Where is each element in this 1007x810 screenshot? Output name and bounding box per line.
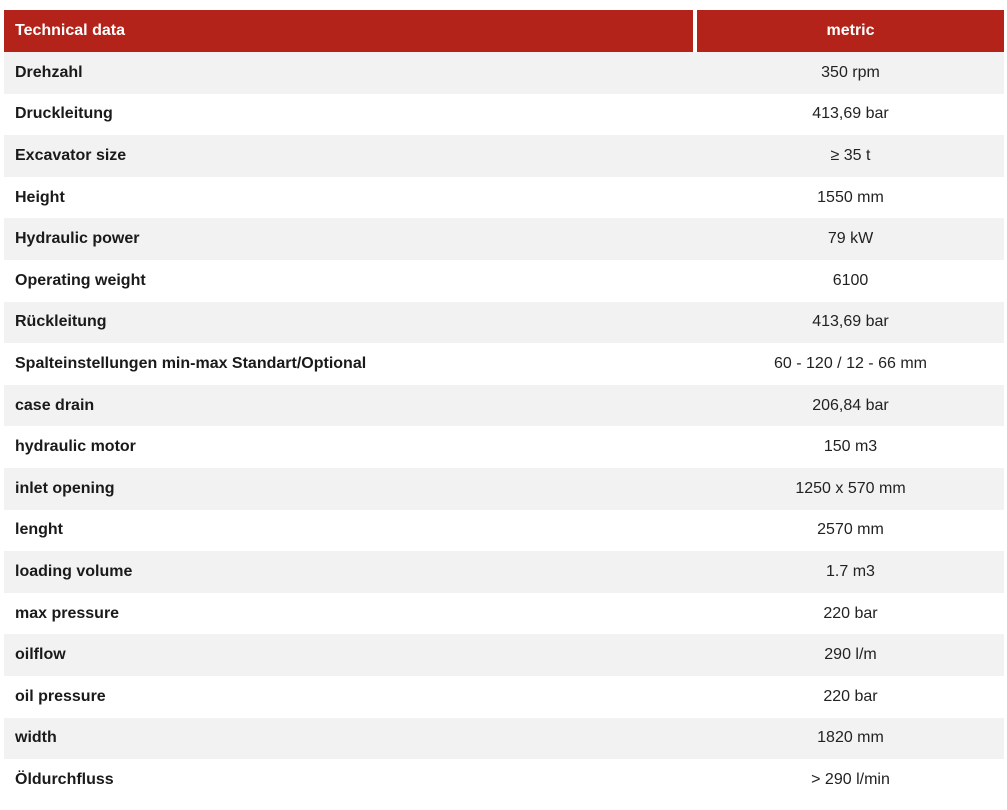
row-value: 220 bar [823, 687, 878, 705]
row-label: Druckleitung [15, 105, 113, 123]
table-row: Operating weight 6100 [4, 259, 1004, 302]
row-value: 1820 mm [817, 729, 884, 747]
table-row: Drehzahl 350 rpm [4, 52, 1004, 94]
row-label: lenght [15, 521, 63, 539]
row-value: ≥ 35 t [830, 146, 871, 164]
table-row: width 1820 mm [4, 717, 1004, 760]
row-label: hydraulic motor [15, 438, 136, 456]
row-value: 206,84 bar [812, 396, 889, 414]
row-value: 290 l/m [824, 646, 877, 664]
row-value: > 290 l/min [811, 770, 890, 788]
table-row: loading volume 1.7 m3 [4, 551, 1004, 593]
row-value: 1250 x 570 mm [795, 479, 906, 497]
header-metric: metric [697, 10, 1004, 52]
row-value: 413,69 bar [812, 105, 889, 123]
row-value: 6100 [832, 271, 869, 289]
row-label: loading volume [15, 562, 133, 580]
row-label: Excavator size [15, 146, 127, 164]
row-value: 1.7 m3 [826, 562, 875, 580]
row-label: Rückleitung [15, 313, 107, 331]
row-value: 1550 mm [817, 188, 884, 206]
row-label: Hydraulic power [15, 230, 140, 248]
table-row: Spalteinstellungen min-max Standart/Opti… [4, 343, 1004, 385]
row-label: inlet opening [15, 479, 115, 497]
row-label: Height [15, 188, 65, 206]
row-label: oil pressure [15, 687, 106, 705]
row-label: width [15, 729, 57, 747]
header-technical-data: Technical data [4, 10, 693, 52]
table-row: hydraulic motor 150 m3 [4, 426, 1004, 468]
row-value: 60 - 120 / 12 - 66 mm [774, 354, 927, 372]
table-row: Excavator size ≥ 35 t [4, 135, 1004, 177]
technical-data-table: Technical data metric Drehzahl 350 rpm Dru… [4, 10, 1004, 801]
table-row: case drain 206,84 bar [4, 384, 1004, 427]
table-row: oil pressure 220 bar [4, 675, 1004, 718]
table-row: Rückleitung 413,69 bar [4, 301, 1004, 344]
row-value: 220 bar [823, 604, 878, 622]
table-row: oilflow 290 l/m [4, 634, 1004, 676]
row-label: Drehzahl [15, 63, 83, 81]
row-label: Spalteinstellungen min-max Standart/Opti… [15, 354, 367, 372]
table-row: Öldurchfluss > 290 l/min [4, 759, 1004, 801]
row-label: Operating weight [15, 271, 146, 289]
row-label: oilflow [15, 646, 66, 664]
row-value: 413,69 bar [812, 313, 889, 331]
table-row: Hydraulic power 79 kW [4, 218, 1004, 260]
row-value: 79 kW [827, 230, 874, 248]
table-row: inlet opening 1250 x 570 mm [4, 467, 1004, 510]
row-label: max pressure [15, 604, 120, 622]
table-header: Technical data metric [4, 10, 1004, 52]
table-row: lenght 2570 mm [4, 509, 1004, 552]
table-row: Height 1550 mm [4, 176, 1004, 219]
table-row: max pressure 220 bar [4, 592, 1004, 635]
row-label: Öldurchfluss [15, 770, 114, 788]
row-value: 150 m3 [823, 438, 878, 456]
row-value: 350 rpm [821, 63, 880, 81]
row-label: case drain [15, 396, 95, 414]
row-value: 2570 mm [817, 521, 884, 539]
table-row: Druckleitung 413,69 bar [4, 93, 1004, 136]
table-body: Drehzahl 350 rpm Druckleitung 413,69 bar Exc… [4, 52, 1004, 801]
